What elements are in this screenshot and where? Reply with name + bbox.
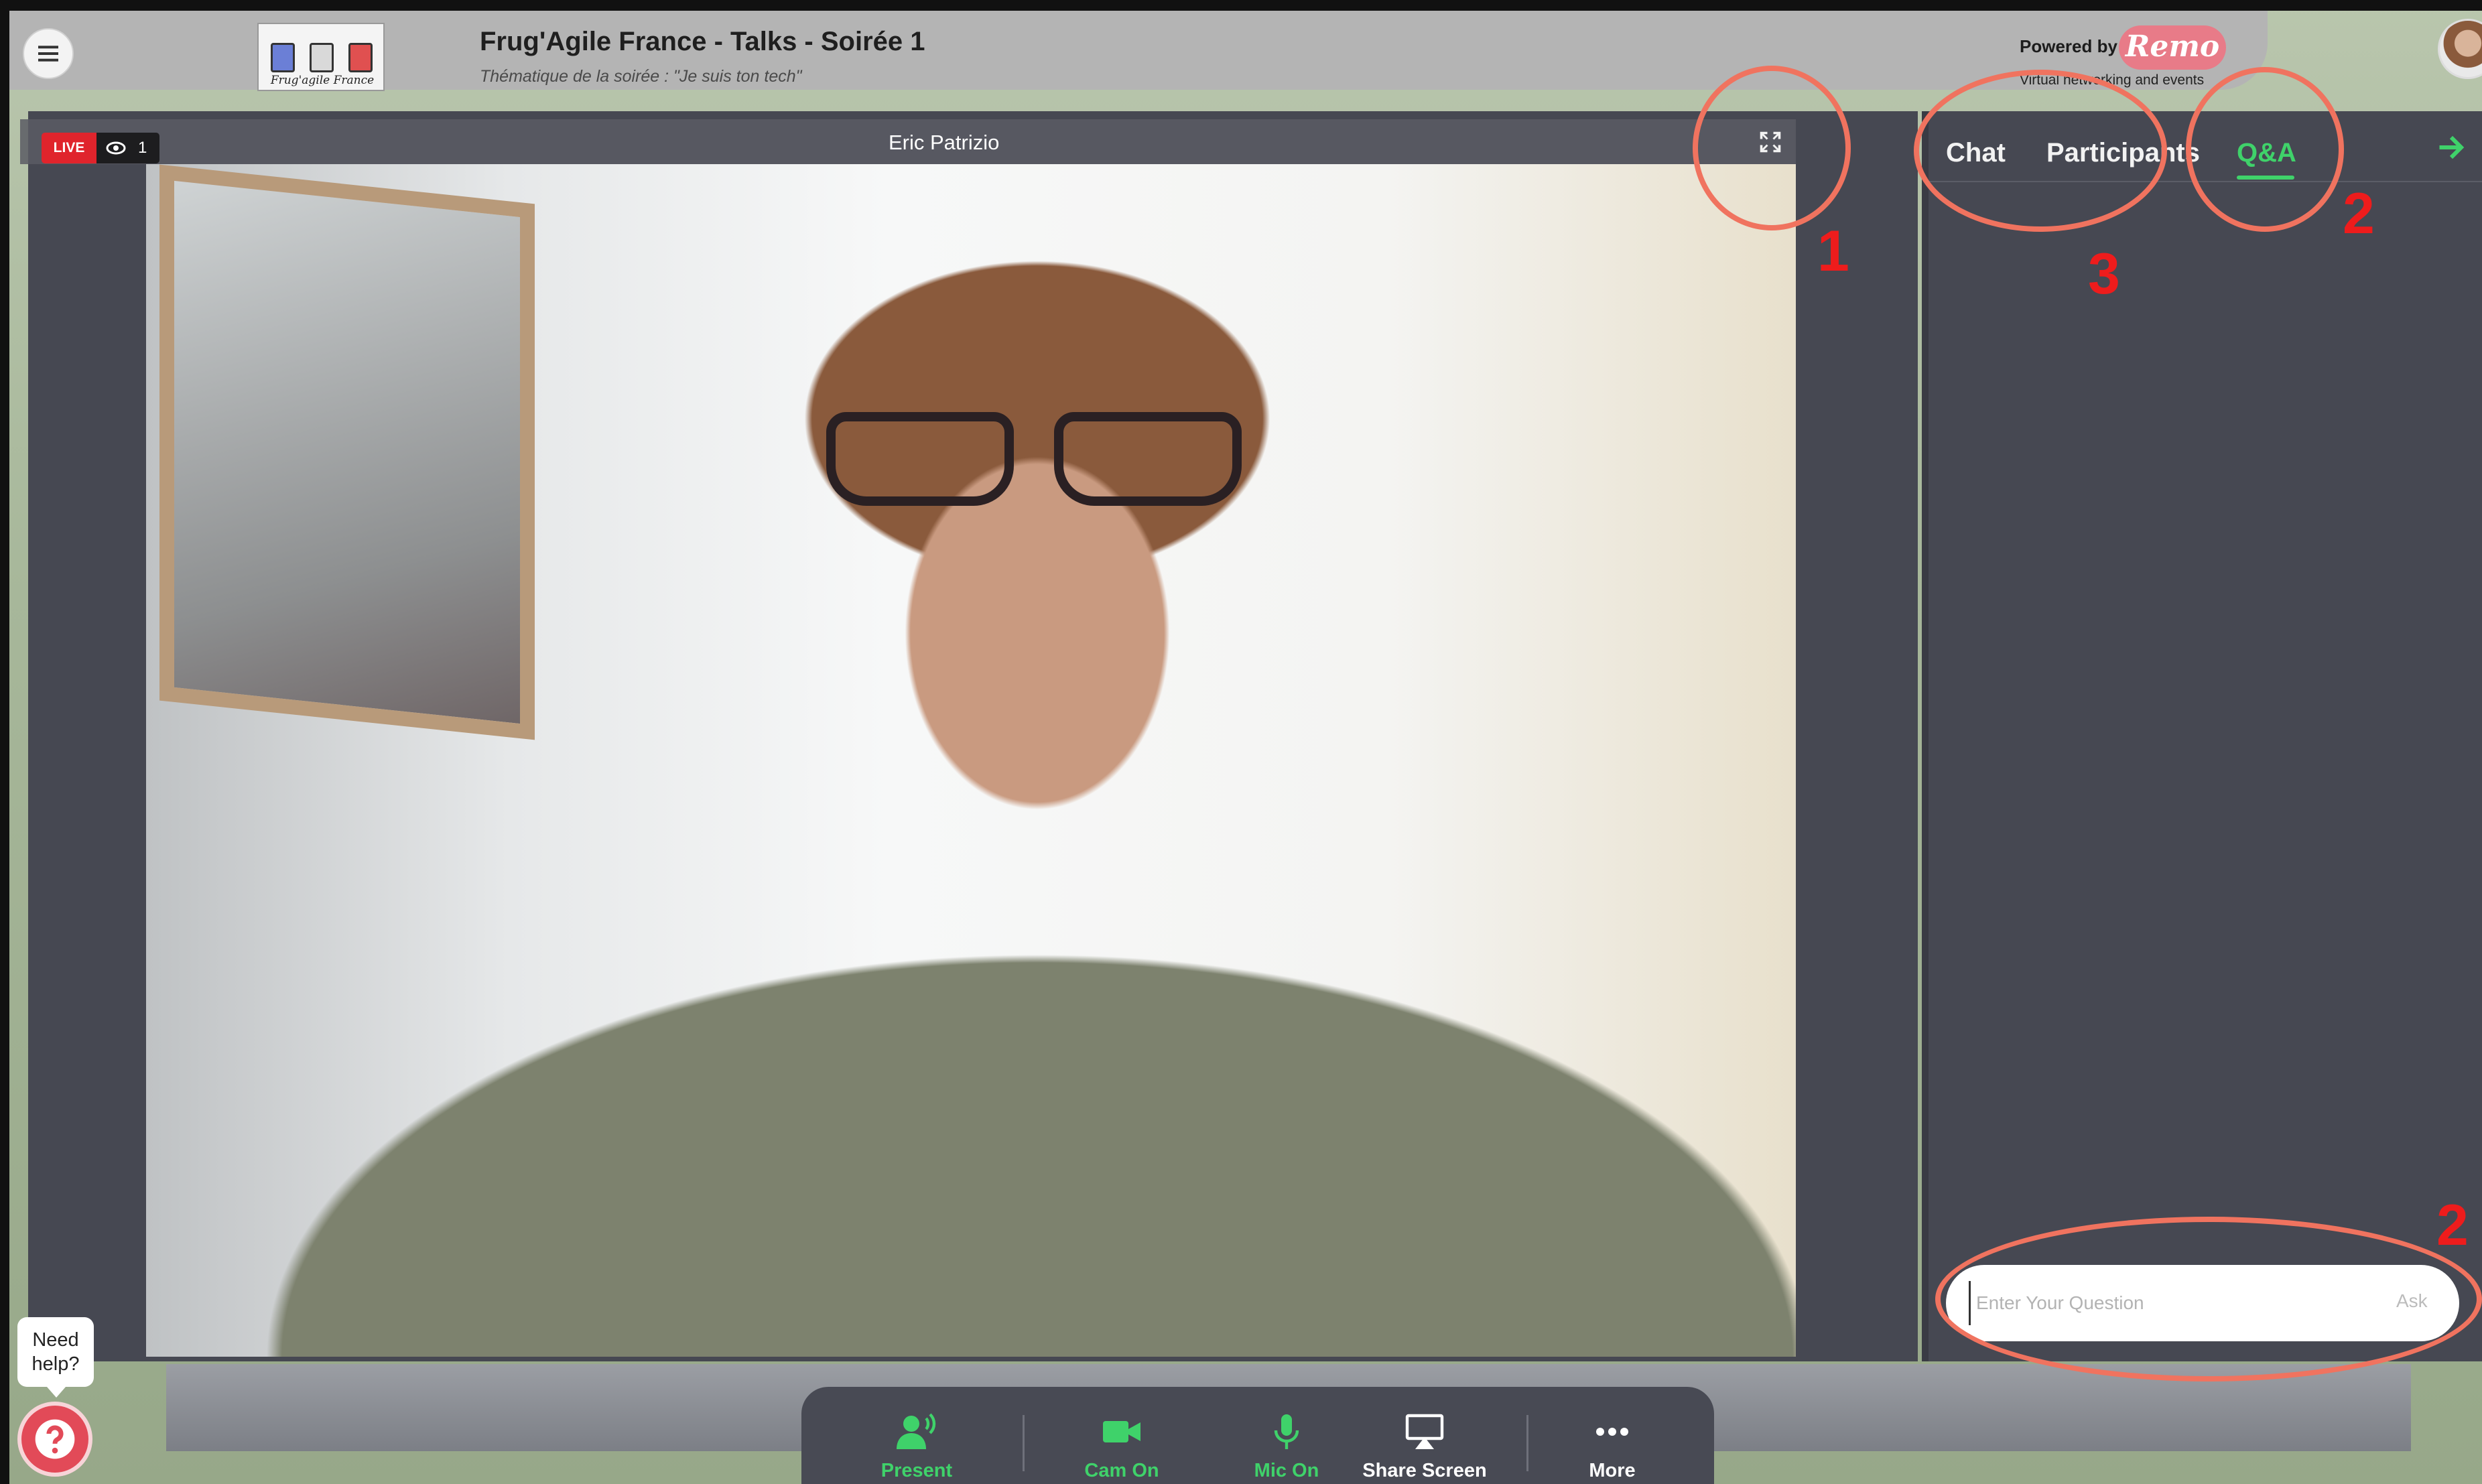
live-badge: LIVE	[42, 133, 96, 163]
logo-text: Frug'agile France	[270, 74, 375, 87]
more-button[interactable]: More	[1545, 1407, 1679, 1484]
microphone-button[interactable]: Mic On	[1220, 1407, 1354, 1484]
window-edge-top	[0, 0, 2482, 11]
event-logo: Frug'agile France	[257, 23, 385, 91]
present-button[interactable]: Present	[850, 1407, 984, 1484]
panel-divider	[1922, 111, 1929, 1361]
arrow-right-icon	[2439, 135, 2465, 159]
speaker-video	[146, 164, 1796, 1357]
fullscreen-icon	[1760, 131, 1781, 153]
event-header: Frug'agile France Frug'Agile France - Ta…	[9, 11, 2268, 91]
remo-logo[interactable]: Remo	[2119, 25, 2226, 70]
control-bar: Present Cam On Mic On Share Screen More	[801, 1387, 1714, 1484]
annotation-number: 2	[2343, 182, 2375, 246]
help-text-line2: help?	[31, 1353, 80, 1375]
window-edge-left	[0, 0, 9, 1484]
active-tab-indicator	[2237, 176, 2294, 180]
speaker-name: Eric Patrizio	[889, 131, 1000, 154]
annotation-number: 1	[1817, 219, 1849, 283]
viewer-count: 1	[138, 139, 147, 157]
logo-figure-icon	[271, 43, 295, 72]
logo-figure-icon	[348, 43, 373, 72]
camera-label: Cam On	[1084, 1459, 1159, 1481]
background-painting	[159, 164, 535, 740]
question-mark-icon	[35, 1419, 75, 1459]
eye-icon	[106, 141, 126, 155]
help-button[interactable]	[17, 1402, 92, 1477]
powered-by-label: Powered by	[2020, 36, 2117, 56]
screen-share-icon	[1405, 1414, 1444, 1449]
tab-chat[interactable]: Chat	[1946, 126, 2006, 180]
help-text-line1: Need	[32, 1329, 79, 1351]
camera-button[interactable]: Cam On	[1055, 1407, 1189, 1484]
brand-tagline: Virtual networking and events	[2020, 72, 2205, 88]
annotation-number: 2	[2436, 1193, 2469, 1258]
more-dots-icon	[1596, 1427, 1628, 1436]
event-title: Frug'Agile France - Talks - Soirée 1	[480, 27, 925, 56]
microphone-icon	[1274, 1414, 1299, 1449]
tab-participants[interactable]: Participants	[2046, 126, 2200, 180]
hamburger-icon	[38, 46, 58, 62]
present-label: Present	[880, 1459, 953, 1481]
fullscreen-button[interactable]	[1758, 130, 1782, 154]
video-camera-icon	[1103, 1420, 1140, 1442]
tab-qa[interactable]: Q&A	[2237, 126, 2296, 180]
more-label: More	[1589, 1459, 1636, 1481]
share-screen-button[interactable]: Share Screen	[1358, 1407, 1492, 1484]
event-subtitle: Thématique de la soirée : "Je suis ton t…	[480, 67, 802, 86]
viewer-count-badge: 1	[96, 133, 159, 163]
question-input[interactable]	[1969, 1281, 2344, 1325]
speaker-glasses	[826, 412, 1242, 513]
ask-button[interactable]: Ask	[2396, 1290, 2428, 1312]
annotation-number: 3	[2088, 242, 2120, 306]
control-separator	[1023, 1415, 1025, 1471]
tabs-divider	[1929, 181, 2482, 182]
collapse-panel-button[interactable]	[2431, 127, 2471, 167]
microphone-label: Mic On	[1254, 1459, 1319, 1481]
control-separator	[1526, 1415, 1528, 1471]
present-icon	[897, 1412, 936, 1449]
video-top-bar: LIVE 1 Eric Patrizio	[20, 119, 1796, 164]
help-tooltip: Need help?	[17, 1317, 94, 1398]
menu-button[interactable]	[23, 28, 74, 79]
share-screen-label: Share Screen	[1362, 1459, 1487, 1481]
logo-figure-icon	[310, 43, 334, 72]
question-box: Ask	[1946, 1265, 2459, 1341]
side-panel: Chat Participants Q&A Ask	[1922, 111, 2482, 1361]
